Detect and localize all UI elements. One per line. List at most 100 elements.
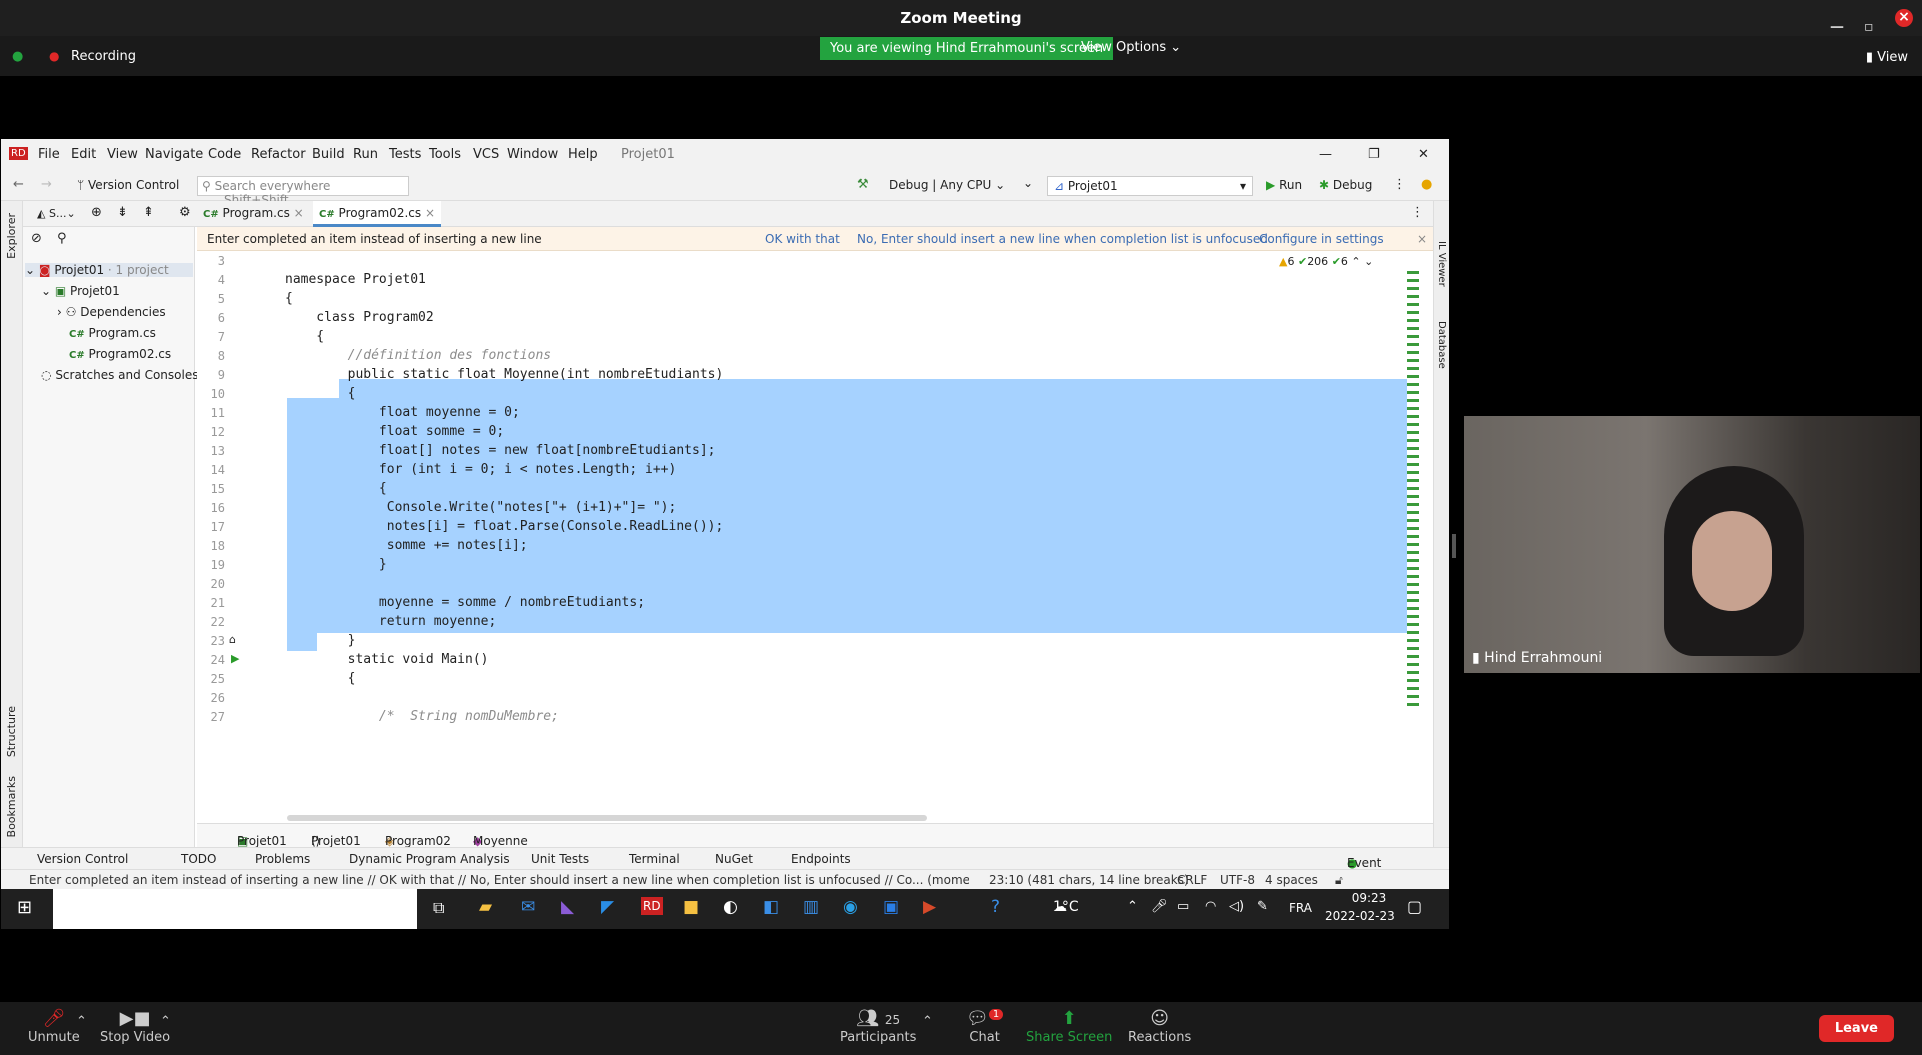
video-options-chevron-icon[interactable]: ⌃ [160, 1014, 171, 1029]
code-line[interactable]: namespace Projet01 [285, 272, 426, 287]
code-line[interactable]: class Program02 [285, 310, 433, 325]
file-explorer-icon[interactable]: ▰ [479, 897, 492, 917]
code-line[interactable]: for (int i = 0; i < notes.Length; i++) [285, 462, 676, 477]
toolwindow-nuget[interactable]: NuGet [715, 852, 753, 866]
menu-build[interactable]: Build [312, 147, 345, 162]
indent-setting[interactable]: 4 spaces [1265, 873, 1318, 887]
hint-no-link[interactable]: No, Enter should insert a new line when … [857, 232, 1268, 246]
menu-tools[interactable]: Tools [429, 147, 461, 162]
tab-options-icon[interactable]: ⋮ [1411, 205, 1424, 220]
zoom-icon[interactable]: ▣ [883, 897, 899, 917]
build-config-dropdown[interactable]: Debug | Any CPU ⌄ [889, 178, 1005, 192]
close-tab-icon[interactable]: × [294, 206, 304, 220]
leave-button[interactable]: Leave [1818, 1015, 1894, 1042]
battery-icon[interactable]: ▭ [1177, 899, 1189, 914]
menu-edit[interactable]: Edit [71, 147, 96, 162]
search-everywhere-input[interactable]: ⚲ Search everywhere Shift+Shift [197, 176, 409, 207]
code-line[interactable]: { [285, 386, 356, 401]
code-line[interactable]: { [285, 481, 387, 496]
code-line[interactable]: notes[i] = float.Parse(Console.ReadLine(… [285, 519, 724, 534]
tree-item-scratches[interactable]: ◌ Scratches and Consoles [41, 368, 198, 382]
wifi-icon[interactable]: ◠ [1205, 899, 1216, 914]
close-icon[interactable]: × [1895, 9, 1913, 27]
mail-icon[interactable]: ✉ [521, 897, 535, 917]
menu-help[interactable]: Help [568, 147, 598, 162]
menu-window[interactable]: Window [507, 147, 558, 162]
hint-close-icon[interactable]: × [1417, 232, 1427, 246]
forward-arrow-icon[interactable]: → [41, 177, 52, 192]
sticky-notes-icon[interactable]: ■ [683, 897, 699, 917]
code-line[interactable]: } [285, 633, 356, 648]
visual-studio-icon[interactable]: ◣ [561, 897, 574, 917]
pen-icon[interactable]: ✎ [1257, 899, 1268, 914]
participants-button[interactable]: 👥︎ 25 Participants [840, 1008, 916, 1045]
expand-icon[interactable]: ⇟ [117, 205, 128, 220]
vscode-icon[interactable]: ◤ [601, 897, 614, 917]
chat-button[interactable]: 💬︎ 1 Chat [966, 1008, 1004, 1045]
tree-item-project[interactable]: ⌄ ▣ Projet01 [41, 284, 120, 298]
run-gutter-icon[interactable]: ▶ [231, 652, 239, 665]
more-icon[interactable]: ⋮ [1393, 177, 1406, 192]
tab-program-cs[interactable]: C# Program.cs × [203, 206, 304, 220]
rider-icon[interactable]: RD [641, 897, 663, 915]
run-config-dropdown[interactable]: ⊿ Projet01 ▾ [1047, 176, 1253, 196]
code-line[interactable]: //définition des fonctions [285, 348, 552, 363]
tree-item-solution[interactable]: ⌄ ◙ Projet01 · 1 project [25, 263, 193, 277]
debug-button[interactable]: ✱ Debug [1319, 178, 1372, 192]
caret-position[interactable]: 23:10 (481 chars, 14 line breaks) [989, 873, 1189, 887]
code-line[interactable]: { [285, 291, 293, 306]
code-line[interactable]: somme += notes[i]; [285, 538, 528, 553]
lock-icon[interactable]: 🔓︎ [1335, 873, 1343, 888]
language-indicator[interactable]: FRA [1289, 901, 1312, 915]
il-viewer-tab[interactable]: IL Viewer [1436, 241, 1447, 287]
code-editor[interactable]: 3 4 5 6 7 8 9 10 11 12 13 14 15 16 17 18 19 20 21 22 23 24 25 2… [197, 251, 1433, 823]
task-view-icon[interactable]: ⧉ [433, 898, 444, 918]
microphone-icon[interactable]: 🎤︎ [1151, 899, 1168, 914]
code-line[interactable]: } [285, 557, 387, 572]
version-control-button[interactable]: ᛘ Version Control [77, 178, 179, 192]
ide-minimize-icon[interactable]: — [1319, 147, 1332, 162]
toolwindow-version-control[interactable]: Version Control [37, 852, 128, 866]
solution-dropdown[interactable]: ◭ S...⌄ [37, 207, 76, 220]
explorer-tab[interactable]: Explorer [5, 213, 18, 259]
view-options-button[interactable]: View Options ⌄ [1081, 40, 1181, 55]
menu-tests[interactable]: Tests [389, 147, 421, 162]
update-icon[interactable]: ● [1421, 177, 1432, 192]
database-tab[interactable]: Database [1436, 321, 1447, 369]
code-line[interactable]: { [285, 329, 324, 344]
build-hammer-icon[interactable]: ⚒ [857, 177, 869, 192]
target-icon[interactable]: ⊕ [91, 205, 102, 220]
tree-item-program02-cs[interactable]: C# Program02.cs [69, 347, 171, 361]
reactions-button[interactable]: ☺ Reactions [1128, 1008, 1191, 1045]
code-line[interactable]: float somme = 0; [285, 424, 504, 439]
tree-item-program-cs[interactable]: C# Program.cs [69, 326, 156, 340]
settings-gear-icon[interactable]: ⚙ [179, 205, 191, 220]
edge-icon[interactable]: ◉ [843, 897, 858, 917]
code-line[interactable]: Console.Write("notes["+ (i+1)+"]= "); [285, 500, 677, 515]
code-cleanup-icon[interactable]: ⌂ [229, 633, 236, 646]
windows-start-icon[interactable]: ⊞ [17, 897, 32, 918]
volume-icon[interactable]: ◁) [1229, 899, 1244, 914]
line-separator[interactable]: CRLF [1177, 873, 1207, 887]
clock-time[interactable]: 09:23 [1339, 891, 1399, 905]
clock-date[interactable]: 2022-02-23 [1325, 909, 1395, 923]
trello-icon[interactable]: ▥ [803, 897, 819, 917]
collapse-icon[interactable]: ⇞ [143, 205, 154, 220]
horizontal-scrollbar[interactable] [287, 815, 927, 821]
search-icon[interactable]: ⚲ [57, 231, 67, 246]
panel-resize-handle[interactable] [1452, 534, 1456, 558]
share-screen-button[interactable]: ⬆ Share Screen [1026, 1008, 1112, 1045]
inspection-widget[interactable]: ▲6 ✔206 ✔6 ⌃ ⌄ [1279, 255, 1373, 268]
menu-file[interactable]: File [38, 147, 60, 162]
code-line[interactable]: static void Main() [285, 652, 489, 667]
toolwindow-todo[interactable]: TODO [181, 852, 216, 866]
bookmarks-tab[interactable]: Bookmarks [5, 776, 18, 837]
run-config-chevron-icon[interactable]: ⌄ [1023, 176, 1033, 190]
hint-ok-link[interactable]: OK with that [765, 232, 840, 246]
unmute-button[interactable]: 🎤︎ Unmute [28, 1008, 80, 1045]
audio-options-chevron-icon[interactable]: ⌃ [76, 1014, 87, 1029]
run-button[interactable]: ▶ Run [1266, 178, 1302, 192]
powerpoint-icon[interactable]: ▶ [923, 897, 936, 917]
code-line[interactable]: public static float Moyenne(int nombreEt… [285, 367, 724, 382]
hint-configure-link[interactable]: Configure in settings [1259, 232, 1384, 246]
